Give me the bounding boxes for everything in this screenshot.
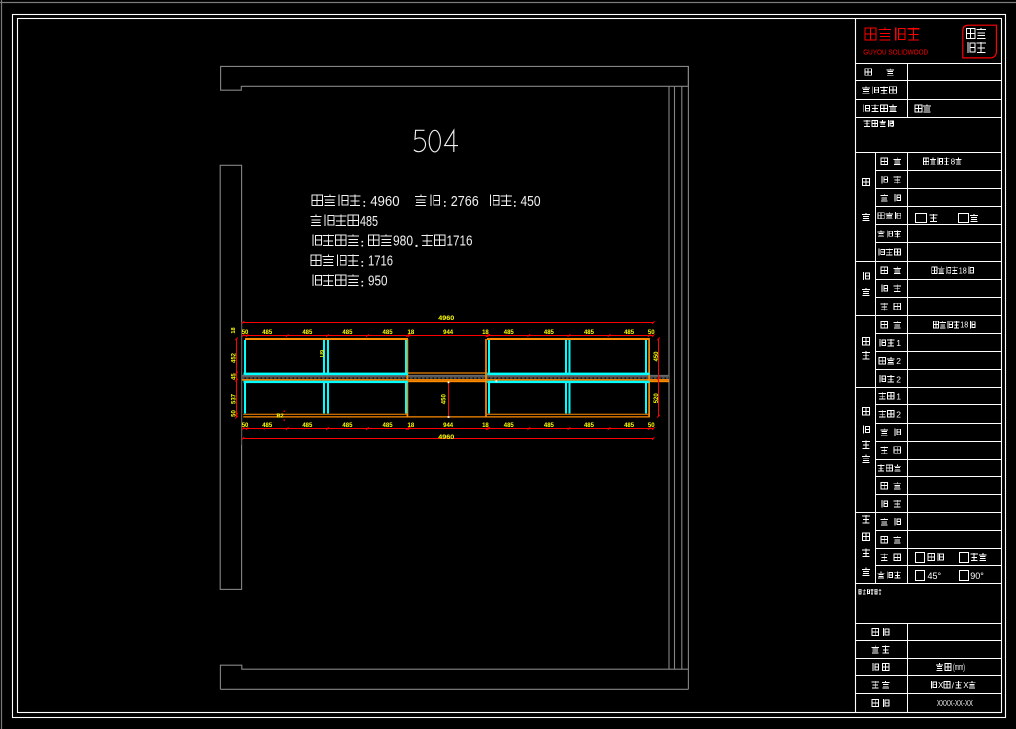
svg-text:50: 50: [231, 410, 237, 417]
svg-text:50: 50: [242, 423, 249, 429]
svg-text:18: 18: [231, 327, 237, 333]
svg-text:485: 485: [624, 423, 635, 429]
svg-text:45°: 45°: [928, 571, 942, 581]
svg-text:18: 18: [408, 330, 415, 336]
svg-text:X: X: [963, 681, 969, 690]
svg-text:XXXX-XX-XX: XXXX-XX-XX: [937, 698, 973, 708]
svg-text:GUYOU SOLIDWOOD: GUYOU SOLIDWOOD: [863, 50, 928, 57]
svg-text:4960: 4960: [370, 193, 400, 210]
svg-text:(mm): (mm): [953, 662, 965, 672]
svg-text:2: 2: [896, 356, 901, 366]
svg-text:50: 50: [648, 423, 655, 429]
svg-text:520: 520: [654, 393, 660, 404]
svg-text:4960: 4960: [438, 435, 455, 441]
svg-text:537: 537: [231, 393, 237, 404]
svg-text:90°: 90°: [970, 571, 984, 581]
svg-text:485: 485: [342, 330, 353, 336]
svg-text:2: 2: [896, 374, 901, 384]
svg-text:2: 2: [896, 409, 901, 419]
svg-text:980: 980: [393, 233, 413, 250]
svg-text:452: 452: [231, 352, 237, 363]
svg-text:450: 450: [654, 351, 660, 362]
svg-text:485: 485: [383, 423, 394, 429]
svg-text:485: 485: [360, 213, 378, 230]
svg-text:4960: 4960: [438, 316, 455, 322]
svg-text:485: 485: [504, 330, 515, 336]
svg-text:1: 1: [896, 338, 901, 348]
svg-text:X: X: [938, 681, 944, 690]
svg-text:485: 485: [584, 330, 595, 336]
svg-text:944: 944: [443, 330, 454, 336]
svg-text:485: 485: [624, 330, 635, 336]
svg-text:U9: U9: [320, 350, 326, 357]
svg-text:950: 950: [368, 273, 388, 290]
svg-text:B2: B2: [277, 414, 284, 420]
svg-text:18: 18: [959, 266, 967, 275]
svg-text:485: 485: [302, 330, 313, 336]
svg-text:18: 18: [482, 330, 489, 336]
svg-text:485: 485: [342, 423, 353, 429]
svg-text:485: 485: [383, 330, 394, 336]
svg-text:18: 18: [408, 423, 415, 429]
svg-text:45: 45: [231, 373, 237, 380]
svg-text:485: 485: [504, 423, 515, 429]
svg-text:450: 450: [521, 193, 541, 210]
svg-text:485: 485: [584, 423, 595, 429]
svg-text:18: 18: [482, 423, 489, 429]
svg-text:2766: 2766: [451, 193, 479, 210]
svg-text:8: 8: [951, 157, 956, 166]
svg-text:485: 485: [544, 330, 555, 336]
svg-text:1716: 1716: [368, 253, 393, 270]
svg-text:1716: 1716: [447, 233, 473, 250]
svg-text:50: 50: [648, 330, 655, 336]
svg-text:18: 18: [960, 321, 968, 330]
svg-text:450: 450: [441, 394, 447, 405]
svg-text:50: 50: [242, 330, 249, 336]
svg-text:485: 485: [544, 423, 555, 429]
svg-text:485: 485: [262, 330, 273, 336]
svg-text:1: 1: [896, 391, 901, 401]
svg-text:944: 944: [443, 423, 454, 429]
